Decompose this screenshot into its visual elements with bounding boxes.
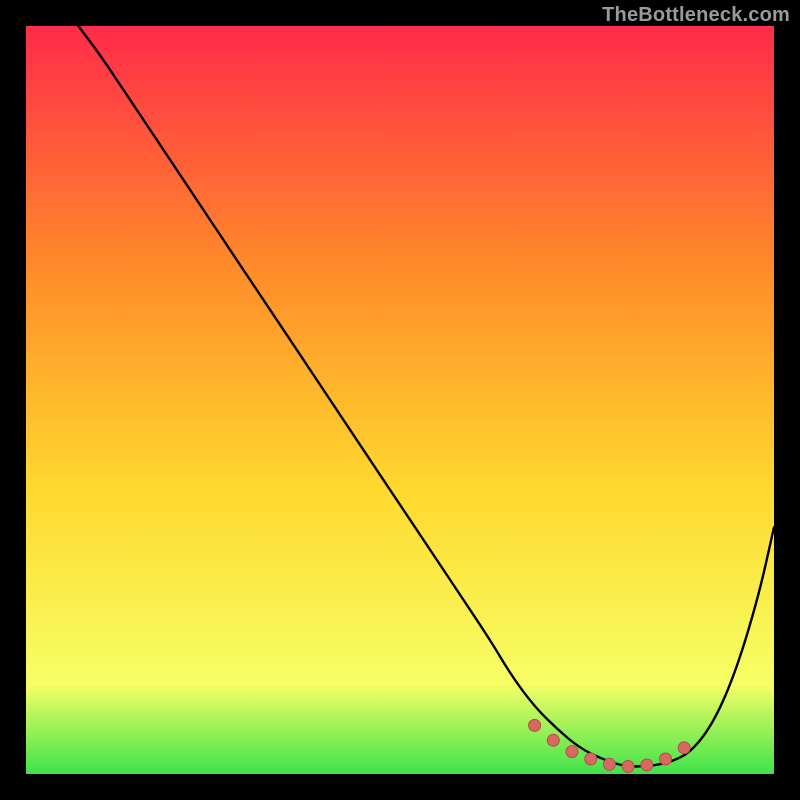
- highlight-dot: [660, 753, 672, 765]
- highlight-dot: [622, 761, 634, 773]
- highlight-dot: [585, 753, 597, 765]
- gradient-background: [26, 26, 774, 774]
- highlight-dot: [529, 719, 541, 731]
- highlight-dot: [547, 734, 559, 746]
- bottleneck-chart: [26, 26, 774, 774]
- highlight-dot: [678, 742, 690, 754]
- highlight-dot: [641, 759, 653, 771]
- highlight-dot: [603, 758, 615, 770]
- highlight-dot: [566, 746, 578, 758]
- chart-frame: [26, 26, 774, 774]
- watermark-text: TheBottleneck.com: [602, 4, 790, 27]
